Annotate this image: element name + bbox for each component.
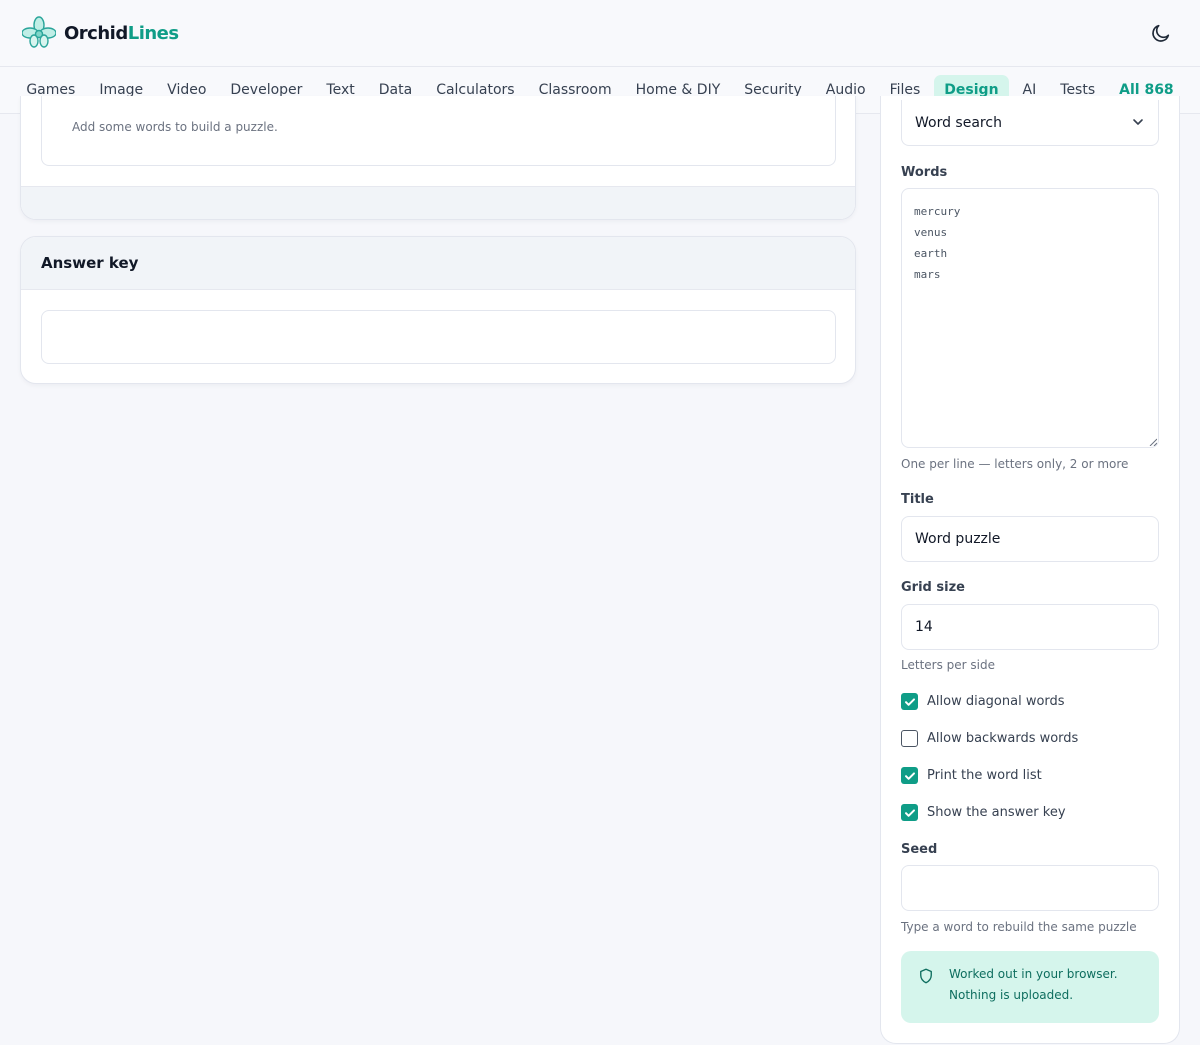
option-diagonal-label: Allow diagonal words bbox=[927, 694, 1065, 709]
option-word-list[interactable]: Print the word list bbox=[901, 767, 1042, 784]
option-word-list-label: Print the word list bbox=[927, 768, 1042, 783]
grid-size-input[interactable] bbox=[901, 604, 1159, 650]
brand-part-2: Lines bbox=[127, 22, 179, 44]
grid-size-help: Letters per side bbox=[901, 658, 995, 672]
checkbox-answer-key[interactable] bbox=[901, 804, 918, 821]
privacy-notice-text: Worked out in your browser. Nothing is u… bbox=[949, 964, 1118, 1023]
seed-input[interactable] bbox=[901, 865, 1159, 911]
orchid-logo-icon bbox=[22, 16, 56, 48]
check-icon bbox=[904, 697, 915, 706]
option-backwards-label: Allow backwards words bbox=[927, 731, 1079, 746]
shield-icon bbox=[920, 968, 932, 984]
grid-size-label: Grid size bbox=[901, 580, 965, 595]
resize-handle-icon[interactable] bbox=[1149, 438, 1157, 446]
settings-panel: Word search Words mercury venus earth ma… bbox=[880, 96, 1180, 1044]
top-header: OrchidLines bbox=[0, 0, 1200, 67]
option-answer-key-label: Show the answer key bbox=[927, 805, 1066, 820]
check-icon bbox=[904, 808, 915, 817]
brand-name: OrchidLines bbox=[64, 23, 179, 44]
answer-key-title: Answer key bbox=[21, 237, 855, 290]
privacy-notice-line-2: Nothing is uploaded. bbox=[949, 988, 1074, 1002]
moon-icon[interactable] bbox=[1150, 22, 1172, 44]
puzzle-type-select[interactable]: Word search bbox=[901, 100, 1159, 146]
answer-key-card: Answer key bbox=[20, 236, 856, 384]
seed-help: Type a word to rebuild the same puzzle bbox=[901, 920, 1137, 934]
check-icon bbox=[904, 771, 915, 780]
checkbox-word-list[interactable] bbox=[901, 767, 918, 784]
logo[interactable]: OrchidLines bbox=[22, 16, 179, 50]
privacy-notice-line-1: Worked out in your browser. bbox=[949, 967, 1118, 981]
privacy-notice: Worked out in your browser. Nothing is u… bbox=[901, 951, 1159, 1023]
chevron-down-icon bbox=[1133, 119, 1143, 125]
option-diagonal[interactable]: Allow diagonal words bbox=[901, 693, 1065, 710]
brand-part-1: Orchid bbox=[64, 22, 128, 44]
checkbox-backwards[interactable] bbox=[901, 730, 918, 747]
title-input[interactable] bbox=[901, 516, 1159, 562]
option-answer-key[interactable]: Show the answer key bbox=[901, 804, 1066, 821]
words-textarea[interactable]: mercury venus earth mars bbox=[901, 188, 1159, 448]
checkbox-diagonal[interactable] bbox=[901, 693, 918, 710]
puzzle-card-footer bbox=[21, 186, 855, 219]
option-backwards[interactable]: Allow backwards words bbox=[901, 730, 1078, 747]
puzzle-card: Add some words to build a puzzle. bbox=[20, 96, 856, 220]
words-label: Words bbox=[901, 165, 948, 180]
puzzle-type-value: Word search bbox=[915, 114, 1002, 131]
seed-label: Seed bbox=[901, 842, 938, 857]
empty-puzzle-hint: Add some words to build a puzzle. bbox=[72, 120, 278, 134]
words-help: One per line — letters only, 2 or more bbox=[901, 457, 1129, 471]
answer-key-box bbox=[41, 310, 836, 364]
title-label: Title bbox=[901, 492, 934, 507]
